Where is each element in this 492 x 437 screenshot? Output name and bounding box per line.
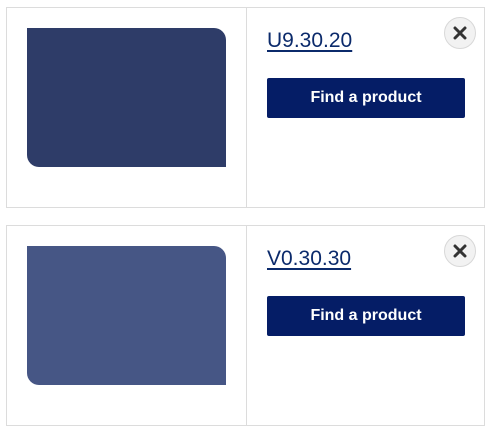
product-code-link[interactable]: U9.30.20 — [267, 29, 352, 53]
close-icon — [453, 244, 467, 258]
card-divider — [246, 8, 247, 207]
product-card: V0.30.30 Find a product — [6, 225, 485, 426]
color-swatch — [27, 28, 226, 167]
close-icon — [453, 26, 467, 40]
color-swatch — [27, 246, 226, 385]
find-product-button[interactable]: Find a product — [267, 78, 465, 118]
remove-button[interactable] — [444, 17, 476, 49]
product-code-link[interactable]: V0.30.30 — [267, 247, 351, 271]
card-divider — [246, 226, 247, 425]
remove-button[interactable] — [444, 235, 476, 267]
find-product-button[interactable]: Find a product — [267, 296, 465, 336]
product-card: U9.30.20 Find a product — [6, 7, 485, 208]
